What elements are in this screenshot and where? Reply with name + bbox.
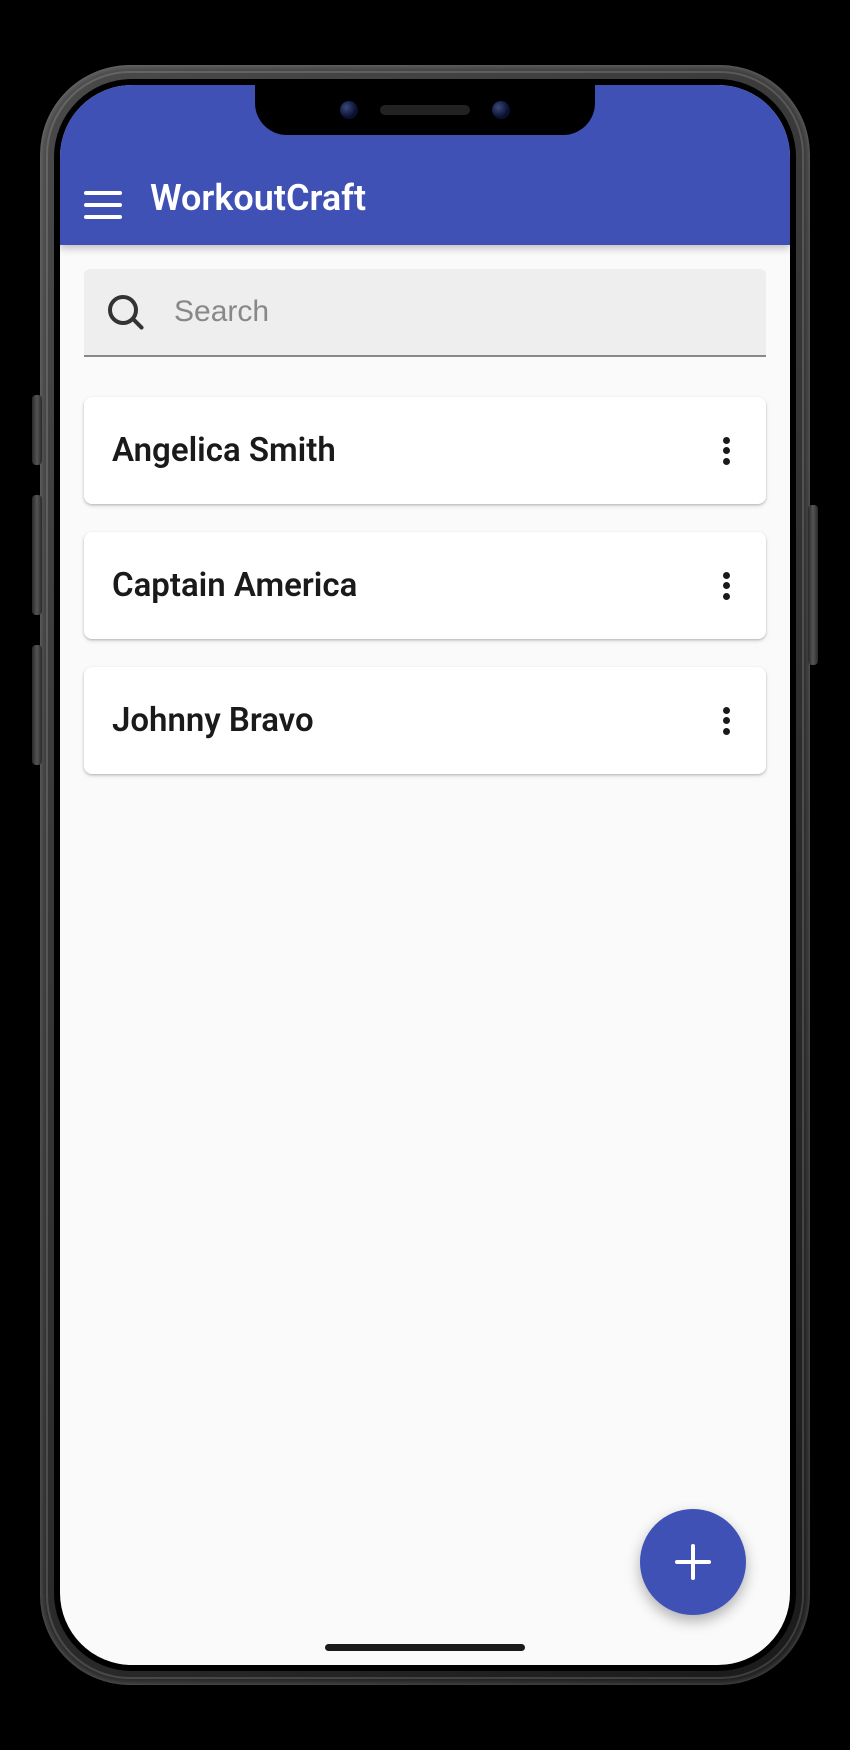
list-item[interactable]: Captain America bbox=[84, 532, 766, 639]
search-input[interactable] bbox=[174, 295, 742, 329]
phone-mute-switch bbox=[32, 395, 42, 465]
phone-camera-left bbox=[340, 101, 358, 119]
home-indicator[interactable] bbox=[325, 1644, 525, 1651]
list-item[interactable]: Johnny Bravo bbox=[84, 667, 766, 774]
more-vert-icon[interactable] bbox=[714, 705, 738, 737]
menu-icon[interactable] bbox=[84, 191, 122, 219]
phone-camera-right bbox=[492, 101, 510, 119]
phone-power-button bbox=[808, 505, 818, 665]
list-item-name: Angelica Smith bbox=[112, 431, 336, 470]
phone-speaker bbox=[380, 105, 470, 115]
phone-frame: WorkoutCraft Angelica Smith Captain Amer… bbox=[40, 65, 810, 1685]
phone-volume-up bbox=[32, 495, 42, 615]
screen: WorkoutCraft Angelica Smith Captain Amer… bbox=[60, 85, 790, 1665]
search-bar[interactable] bbox=[84, 269, 766, 357]
plus-icon bbox=[675, 1544, 711, 1580]
phone-volume-down bbox=[32, 645, 42, 765]
phone-bezel: WorkoutCraft Angelica Smith Captain Amer… bbox=[54, 79, 796, 1671]
more-vert-icon[interactable] bbox=[714, 570, 738, 602]
content-area: Angelica Smith Captain America Johnny Br… bbox=[60, 245, 790, 826]
phone-notch bbox=[255, 85, 595, 135]
add-button[interactable] bbox=[640, 1509, 746, 1615]
list-item[interactable]: Angelica Smith bbox=[84, 397, 766, 504]
app-title: WorkoutCraft bbox=[150, 177, 366, 219]
list-item-name: Captain America bbox=[112, 566, 357, 605]
list-item-name: Johnny Bravo bbox=[112, 701, 314, 740]
search-icon bbox=[108, 295, 142, 329]
more-vert-icon[interactable] bbox=[714, 435, 738, 467]
